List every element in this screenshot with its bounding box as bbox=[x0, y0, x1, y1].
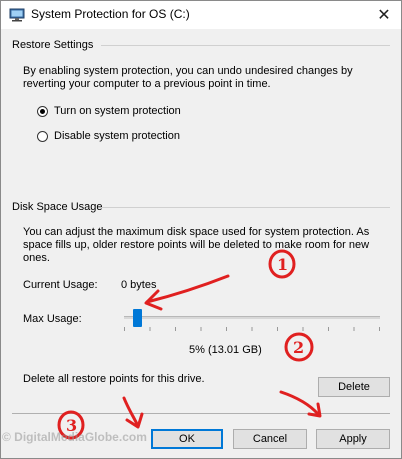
apply-button[interactable]: Apply bbox=[316, 429, 390, 449]
footer-divider bbox=[12, 413, 390, 414]
max-usage-value: 5% (13.01 GB) bbox=[189, 344, 262, 356]
restore-settings-heading: Restore Settings bbox=[12, 39, 94, 51]
radio-button-checked[interactable] bbox=[37, 105, 48, 117]
restore-settings-divider bbox=[101, 45, 390, 46]
delete-button[interactable]: Delete bbox=[318, 377, 390, 397]
disk-space-divider bbox=[101, 207, 390, 208]
title-bar: System Protection for OS (C:) ✕ bbox=[1, 1, 401, 29]
disk-space-description: You can adjust the maximum disk space us… bbox=[23, 226, 370, 264]
turn-on-protection-option[interactable]: Turn on system protection bbox=[37, 105, 181, 117]
slider-ticks bbox=[124, 327, 380, 331]
system-protection-dialog: System Protection for OS (C:) ✕ Restore … bbox=[0, 0, 402, 459]
watermark: © DigitalMediaGlobe.com bbox=[2, 430, 147, 444]
disk-space-heading: Disk Space Usage bbox=[12, 201, 103, 213]
max-usage-slider-thumb[interactable] bbox=[132, 309, 142, 327]
delete-description: Delete all restore points for this drive… bbox=[23, 373, 205, 385]
turn-on-protection-label: Turn on system protection bbox=[54, 105, 181, 117]
window-title: System Protection for OS (C:) bbox=[31, 7, 190, 21]
max-usage-label: Max Usage: bbox=[23, 313, 82, 325]
ok-button[interactable]: OK bbox=[151, 429, 223, 449]
restore-settings-description: By enabling system protection, you can u… bbox=[23, 65, 353, 90]
close-button[interactable]: ✕ bbox=[367, 1, 401, 29]
max-usage-slider-track[interactable] bbox=[124, 316, 380, 319]
radio-button-unchecked[interactable] bbox=[37, 130, 48, 142]
current-usage-value: 0 bytes bbox=[121, 279, 157, 291]
disable-protection-label: Disable system protection bbox=[54, 130, 180, 142]
disable-protection-option[interactable]: Disable system protection bbox=[37, 130, 180, 142]
close-icon: ✕ bbox=[377, 7, 391, 24]
current-usage-label: Current Usage: bbox=[23, 279, 98, 291]
cancel-button[interactable]: Cancel bbox=[233, 429, 307, 449]
system-protection-icon bbox=[9, 8, 25, 22]
